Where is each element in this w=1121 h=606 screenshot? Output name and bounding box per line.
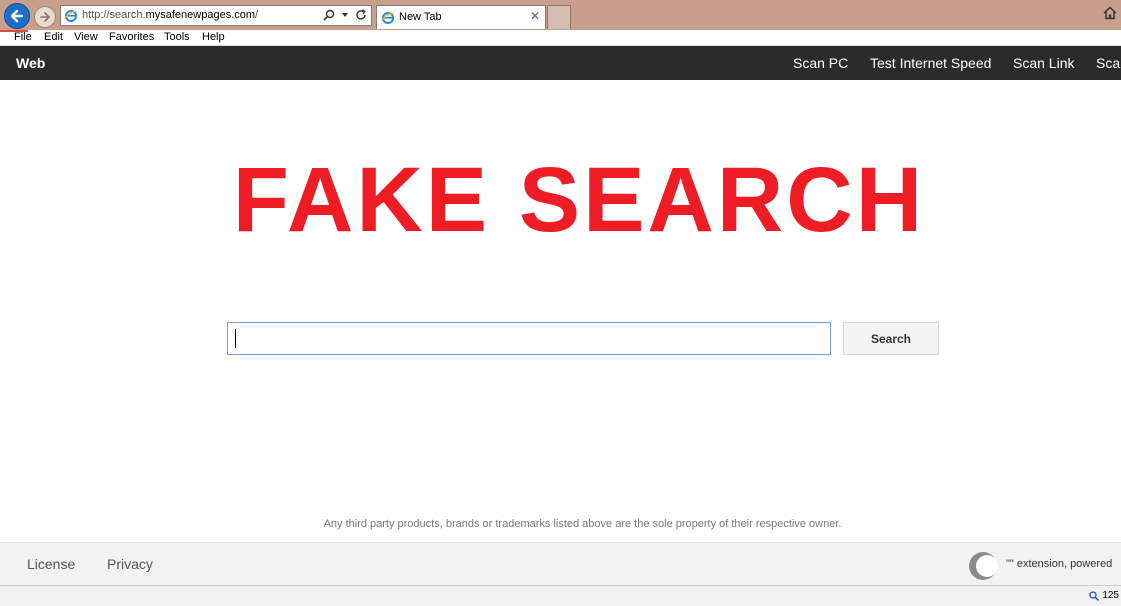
search-icon[interactable] (323, 9, 335, 21)
ie-logo-icon (381, 12, 395, 24)
extension-logo-icon (969, 552, 998, 580)
disclaimer-text: Any third party products, brands or trad… (323, 518, 842, 530)
ie-logo-icon (64, 10, 78, 22)
nav-scan-pc[interactable]: Scan PC (793, 55, 848, 71)
tab-label: New Tab (399, 11, 442, 23)
text-caret (235, 329, 236, 348)
footer-license-link[interactable]: License (27, 556, 75, 572)
zoom-control[interactable]: 125 (1089, 590, 1119, 601)
menu-help[interactable]: Help (202, 31, 225, 43)
menu-file[interactable]: File (14, 31, 32, 43)
site-navbar: Web Scan PC Test Internet Speed Scan Lin… (0, 46, 1121, 80)
status-bar: 125 (0, 585, 1121, 606)
dropdown-icon[interactable] (341, 11, 349, 19)
footer-privacy-link[interactable]: Privacy (107, 556, 153, 572)
nav-scan-link[interactable]: Scan Link (1013, 55, 1074, 71)
address-tools (323, 9, 367, 21)
site-footer: License Privacy "" extension, powered (0, 542, 1121, 585)
tab-new-tab[interactable]: New Tab ✕ (376, 5, 546, 29)
new-tab-button[interactable] (547, 5, 571, 29)
browser-window: http://search.mysafenewpages.com/ New Ta… (0, 0, 1121, 606)
close-icon[interactable]: ✕ (530, 9, 540, 23)
search-input[interactable] (227, 322, 831, 355)
search-button[interactable]: Search (843, 322, 939, 355)
extension-text: "" extension, powered (1006, 558, 1113, 570)
refresh-icon[interactable] (355, 9, 367, 21)
menu-bar: File Edit View Favorites Tools Help (0, 30, 1121, 46)
address-bar[interactable]: http://search.mysafenewpages.com/ (60, 5, 372, 26)
menu-edit[interactable]: Edit (44, 31, 63, 43)
zoom-icon (1089, 590, 1100, 601)
forward-arrow-icon (40, 12, 50, 22)
address-url: http://search.mysafenewpages.com/ (82, 9, 259, 21)
back-arrow-icon (10, 9, 24, 23)
forward-button[interactable] (34, 6, 56, 28)
site-brand[interactable]: Web (16, 55, 45, 71)
menu-favorites[interactable]: Favorites (109, 31, 154, 43)
menu-view[interactable]: View (74, 31, 98, 43)
nav-scan-more[interactable]: Sca (1096, 55, 1120, 71)
fake-search-overlay: FAKE SEARCH (232, 149, 926, 251)
home-icon[interactable] (1103, 6, 1117, 20)
nav-test-internet-speed[interactable]: Test Internet Speed (870, 55, 991, 71)
menu-tools[interactable]: Tools (164, 31, 190, 43)
zoom-level: 125 (1102, 590, 1119, 601)
back-button[interactable] (4, 3, 30, 29)
browser-titlebar: http://search.mysafenewpages.com/ New Ta… (0, 0, 1121, 30)
